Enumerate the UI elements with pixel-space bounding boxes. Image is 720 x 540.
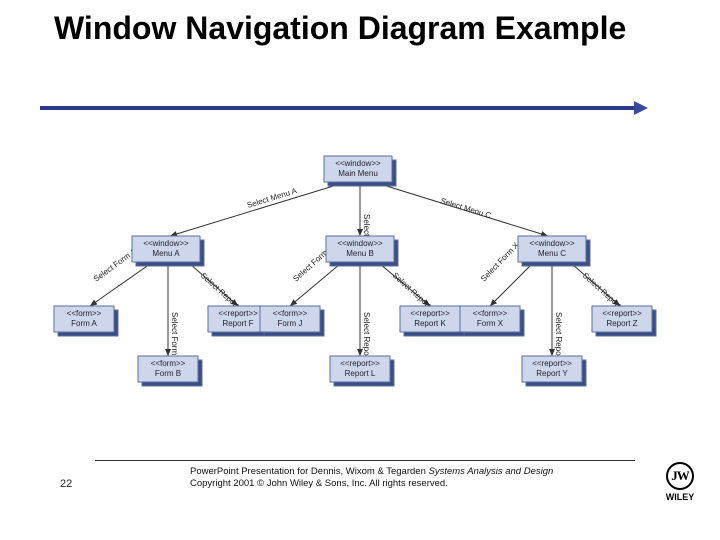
edge-root-menuA: Select Menu A: [246, 186, 299, 210]
node-report-z: <<report>> Report Z: [592, 306, 656, 336]
svg-text:Form J: Form J: [278, 319, 303, 328]
svg-text:Menu A: Menu A: [152, 249, 180, 258]
node-menu-a: <<window>> Menu A: [132, 236, 204, 266]
svg-text:<<report>>: <<report>>: [218, 309, 258, 318]
svg-text:Menu C: Menu C: [538, 249, 566, 258]
svg-text:Form X: Form X: [477, 319, 504, 328]
svg-text:Report Z: Report Z: [606, 319, 637, 328]
svg-text:<<window>>: <<window>>: [337, 239, 383, 248]
svg-text:Form B: Form B: [155, 369, 181, 378]
svg-text:Report Y: Report Y: [536, 369, 568, 378]
svg-text:<<form>>: <<form>>: [273, 309, 308, 318]
node-report-l: <<report>> Report L: [330, 356, 394, 386]
node-form-j: <<form>> Form J: [260, 306, 324, 336]
svg-text:Form A: Form A: [71, 319, 97, 328]
node-report-y: <<report>> Report Y: [522, 356, 586, 386]
node-main-menu: <<window>> Main Menu: [324, 156, 396, 186]
node-menu-c: <<window>> Menu C: [518, 236, 590, 266]
node-form-x: <<form>> Form X: [460, 306, 524, 336]
title-underline: [40, 106, 640, 110]
svg-text:<<window>>: <<window>>: [529, 239, 575, 248]
footer-rule: [95, 460, 635, 461]
svg-text:<<form>>: <<form>>: [473, 309, 508, 318]
edge-menuA-formA: Select Form A: [92, 246, 138, 283]
footer-book-title: Systems Analysis and Design: [429, 466, 554, 477]
edge-root-menuC: Select Menu C: [439, 196, 492, 220]
edge-menuC-formX: Select Form X: [479, 240, 521, 283]
svg-text:<<window>>: <<window>>: [335, 159, 381, 168]
node-menu-b: <<window>> Menu B: [326, 236, 398, 266]
navigation-diagram: Select Menu A Select Menu B Select Menu …: [40, 150, 680, 410]
svg-text:<<report>>: <<report>>: [410, 309, 450, 318]
publisher-name: WILEY: [660, 493, 700, 502]
svg-text:<<form>>: <<form>>: [67, 309, 102, 318]
page-number: 22: [60, 478, 72, 490]
svg-text:Report F: Report F: [222, 319, 253, 328]
footer-copyright: Copyright 2001 © John Wiley & Sons, Inc.…: [190, 478, 448, 489]
slide-title: Window Navigation Diagram Example: [54, 10, 626, 47]
svg-text:Report L: Report L: [345, 369, 376, 378]
svg-text:<<window>>: <<window>>: [143, 239, 189, 248]
title-underline-cap: [634, 101, 648, 115]
svg-text:<<report>>: <<report>>: [532, 359, 572, 368]
edge-menuA-formB: Select Form B: [170, 312, 179, 363]
wiley-mark-icon: JW: [666, 462, 694, 490]
svg-text:Report K: Report K: [414, 319, 446, 328]
svg-text:<<form>>: <<form>>: [151, 359, 186, 368]
footer-text: PowerPoint Presentation for Dennis, Wixo…: [190, 466, 630, 490]
svg-text:Menu B: Menu B: [346, 249, 374, 258]
svg-text:<<report>>: <<report>>: [340, 359, 380, 368]
node-form-b: <<form>> Form B: [138, 356, 202, 386]
footer-line1-prefix: PowerPoint Presentation for Dennis, Wixo…: [190, 466, 429, 477]
svg-text:Main Menu: Main Menu: [338, 169, 378, 178]
node-report-k: <<report>> Report K: [400, 306, 464, 336]
svg-text:<<report>>: <<report>>: [602, 309, 642, 318]
node-form-a: <<form>> Form A: [54, 306, 118, 336]
publisher-logo: JW WILEY: [660, 462, 700, 508]
